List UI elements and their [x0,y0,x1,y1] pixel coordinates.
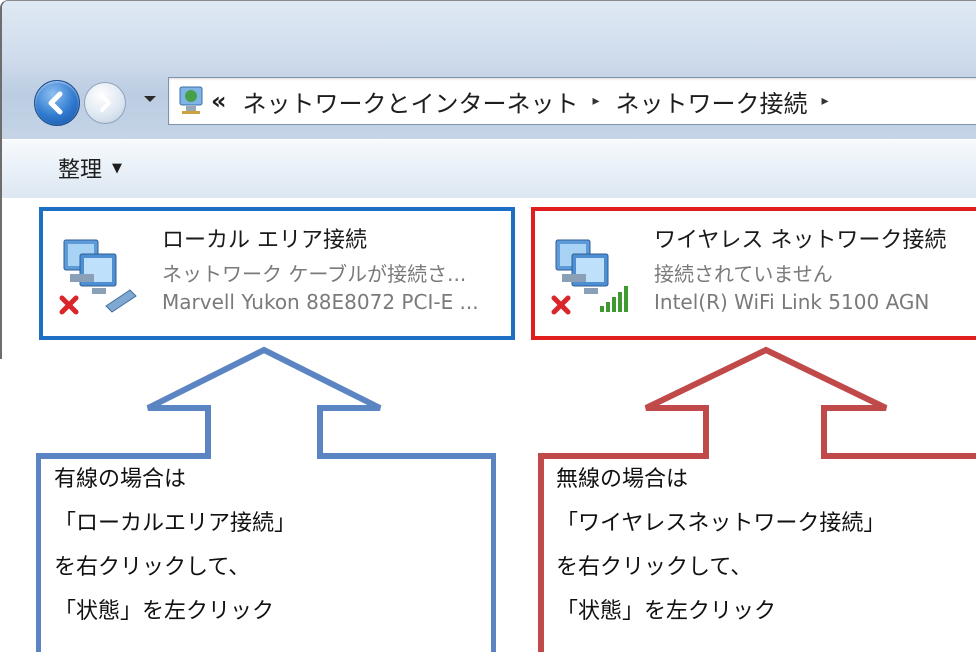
callout-wireless: 無線の場合は 「ワイヤレスネットワーク接続」 を右クリックして、 「状態」を左ク… [538,330,976,652]
callout-line: 「ワイヤレスネットワーク接続」 [556,511,886,536]
breadcrumb-overflow[interactable]: « [211,87,227,115]
breadcrumb-separator-icon[interactable]: ▸ [822,93,829,109]
callout-line: 有線の場合は [54,467,187,492]
network-folder-icon [179,86,203,114]
breadcrumb-separator-icon[interactable]: ▸ [593,93,600,109]
forward-button[interactable] [84,82,126,124]
callout-line: を右クリックして、 [54,555,251,580]
chevron-down-icon [144,96,156,102]
callout-line: 「状態」を左クリック [54,599,275,624]
callout-wired: 有線の場合は 「ローカルエリア接続」 を右クリックして、 「状態」を左クリック [36,330,496,652]
recent-pages-dropdown[interactable] [142,91,158,110]
callout-text: 無線の場合は 「ワイヤレスネットワーク接続」 を右クリックして、 「状態」を左ク… [556,458,885,634]
command-bar: 整理 ▼ [2,139,976,199]
breadcrumb: « ネットワークとインターネット ▸ ネットワーク接続 ▸ [211,78,845,124]
title-bar [2,1,976,151]
chevron-down-icon: ▼ [112,160,123,176]
callout-line: 「状態」を左クリック [556,599,777,624]
organize-label: 整理 [58,158,103,183]
organize-menu-button[interactable]: 整理 ▼ [58,152,122,184]
callout-line: 無線の場合は [556,467,689,492]
breadcrumb-item-network-internet[interactable]: ネットワークとインターネット [243,84,579,119]
callout-line: を右クリックして、 [556,555,753,580]
explorer-window: « ネットワークとインターネット ▸ ネットワーク接続 ▸ 整理 ▼ ローカル … [0,0,976,359]
arrow-left-icon [48,91,63,115]
address-bar[interactable]: « ネットワークとインターネット ▸ ネットワーク接続 ▸ [168,77,976,125]
callout-text: 有線の場合は 「ローカルエリア接続」 を右クリックして、 「状態」を左クリック [54,458,296,634]
highlight-box-wireless [531,207,976,340]
arrow-right-icon [100,94,111,112]
highlight-box-wired [39,207,515,340]
breadcrumb-item-network-connections[interactable]: ネットワーク接続 [616,84,808,119]
back-button[interactable] [34,80,80,126]
callout-line: 「ローカルエリア接続」 [54,511,297,536]
